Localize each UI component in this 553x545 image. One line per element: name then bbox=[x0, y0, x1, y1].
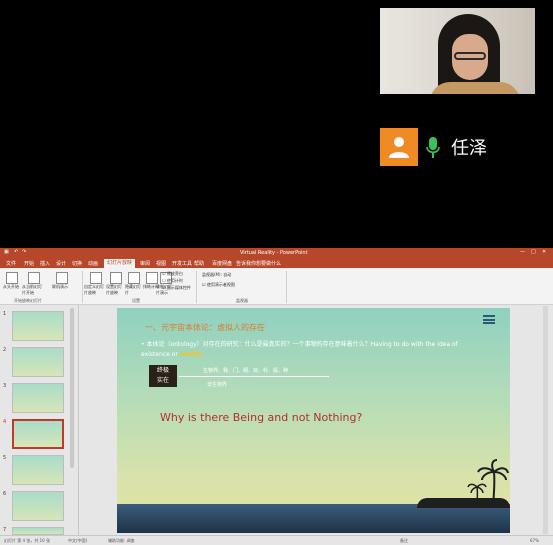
group-divider bbox=[196, 271, 197, 303]
group-monitor-label: 监视器 bbox=[236, 298, 248, 303]
connector-line bbox=[179, 376, 329, 377]
accessibility-indicator[interactable]: 辅助功能: 调查 bbox=[108, 538, 135, 544]
rehearse-button[interactable] bbox=[146, 272, 158, 284]
ultimate-reality-box: 终极 实在 bbox=[149, 365, 177, 387]
present-online-button[interactable] bbox=[56, 272, 68, 284]
from-current-button[interactable] bbox=[28, 272, 40, 284]
editor-scrollbar[interactable] bbox=[543, 306, 548, 534]
undo-icon[interactable]: ↶ bbox=[14, 249, 18, 255]
slide-heading: 一、元宇宙本体论：虚拟人的存在 bbox=[145, 323, 265, 332]
glasses-detail bbox=[454, 52, 486, 60]
notes-button[interactable]: 备注 bbox=[400, 538, 408, 544]
group-setup-label: 设置 bbox=[132, 298, 140, 303]
monitor-select[interactable]: 监视器(M): 自动 bbox=[202, 272, 231, 278]
tab-view[interactable]: 视图 bbox=[156, 260, 166, 267]
tab-home[interactable]: 开始 bbox=[24, 260, 34, 267]
from-beginning-button[interactable] bbox=[6, 272, 18, 284]
tab-transitions[interactable]: 切换 bbox=[72, 260, 82, 267]
slide-thumbnail-1[interactable] bbox=[12, 311, 64, 341]
ribbon-panel: 从头开始 从当前幻灯片开始 联机演示 开始放映幻灯片 自定义幻灯片放映 设置幻灯… bbox=[0, 268, 553, 305]
ribbon-tabs: 文件 开始 插入 设计 切换 动画 幻灯片放映 审阅 视图 开发工具 帮助 百度… bbox=[0, 258, 553, 268]
slide-thumbnail-7[interactable] bbox=[12, 527, 64, 535]
participant-name: 任泽 bbox=[451, 138, 487, 159]
checkbox-narration[interactable]: ☑ 播放旁白 bbox=[162, 271, 183, 277]
from-current-label: 从当前幻灯片开始 bbox=[22, 284, 42, 295]
maximize-icon[interactable]: □ bbox=[531, 249, 536, 255]
group-start-label: 开始放映幻灯片 bbox=[14, 298, 42, 303]
title-bar: ▣ ↶ ↷ Virtual Reality - PowerPoint — □ ✕ bbox=[0, 248, 553, 258]
thumb-number: 1 bbox=[3, 311, 7, 317]
slide-counter: 幻灯片 第 4 张，共 10 张 bbox=[4, 538, 50, 543]
checkbox-media-controls[interactable]: ☑ 显示媒体控件 bbox=[162, 285, 191, 291]
thumb-number: 2 bbox=[3, 347, 7, 353]
tab-developer[interactable]: 开发工具 bbox=[172, 260, 192, 267]
sea-decoration bbox=[117, 504, 510, 533]
taxonomy-terms: 生物界、我、门、纲、目、科、属、种 bbox=[203, 368, 289, 374]
bullet-highlight: reality bbox=[179, 351, 202, 358]
slide-thumbnails-pane: 1 2 3 4 5 6 7 bbox=[0, 305, 79, 535]
window-title: Virtual Reality - PowerPoint bbox=[240, 250, 308, 256]
thumb-number: 7 bbox=[3, 527, 7, 533]
tab-file[interactable]: 文件 bbox=[6, 260, 16, 267]
thumb-number: 3 bbox=[3, 383, 7, 389]
thumbnails-scrollbar[interactable] bbox=[70, 308, 74, 468]
presenter-view-checkbox[interactable]: ☑ 使用演示者视图 bbox=[202, 282, 235, 288]
slide-thumbnail-5[interactable] bbox=[12, 455, 64, 485]
tab-design[interactable]: 设计 bbox=[56, 260, 66, 267]
non-living-note: 非生物界 bbox=[207, 382, 228, 388]
slide-thumbnail-6[interactable] bbox=[12, 491, 64, 521]
save-icon[interactable]: ▣ bbox=[4, 249, 9, 255]
microphone-icon[interactable] bbox=[426, 136, 440, 160]
slide-thumbnail-2[interactable] bbox=[12, 347, 64, 377]
tab-help[interactable]: 帮助 bbox=[194, 260, 204, 267]
tab-review[interactable]: 审阅 bbox=[140, 260, 150, 267]
slide-thumbnail-3[interactable] bbox=[12, 383, 64, 413]
hide-slide-label: 隐藏幻灯片 bbox=[125, 284, 141, 295]
hide-slide-button[interactable] bbox=[128, 272, 140, 284]
from-beginning-label: 从头开始 bbox=[3, 284, 19, 289]
slide-canvas[interactable]: 一、元宇宙本体论：虚拟人的存在 • 本体论（ontology）对存在的研究：什么… bbox=[117, 308, 510, 533]
tell-me-search[interactable]: 告诉我你想要做什么 bbox=[236, 260, 281, 267]
powerpoint-window: ▣ ↶ ↷ Virtual Reality - PowerPoint — □ ✕… bbox=[0, 248, 553, 545]
group-divider bbox=[82, 271, 83, 303]
custom-show-label: 自定义幻灯片放映 bbox=[84, 284, 104, 295]
thumb-number: 6 bbox=[3, 491, 7, 497]
close-icon[interactable]: ✕ bbox=[542, 249, 546, 255]
slide-thumbnail-4[interactable] bbox=[12, 419, 64, 449]
minimize-icon[interactable]: — bbox=[520, 249, 525, 255]
group-divider bbox=[286, 271, 287, 303]
participant-video bbox=[380, 8, 535, 94]
zoom-level[interactable]: 67% bbox=[530, 538, 539, 543]
tab-slideshow[interactable]: 幻灯片放映 bbox=[104, 259, 136, 268]
redo-icon[interactable]: ↷ bbox=[22, 249, 26, 255]
tab-baidu[interactable]: 百度网盘 bbox=[212, 260, 232, 267]
setup-show-button[interactable] bbox=[110, 272, 122, 284]
participant-avatar bbox=[380, 128, 418, 166]
setup-show-label: 设置幻灯片放映 bbox=[106, 284, 122, 295]
tab-insert[interactable]: 插入 bbox=[40, 260, 50, 267]
status-bar: 幻灯片 第 4 张，共 10 张 中文(中国) 辅助功能: 调查 备注 67% bbox=[0, 535, 553, 545]
tab-animations[interactable]: 动画 bbox=[88, 260, 98, 267]
checkbox-timings[interactable]: ☐ 使用计时 bbox=[162, 278, 183, 284]
menu-icon bbox=[483, 315, 495, 324]
language-indicator[interactable]: 中文(中国) bbox=[68, 538, 87, 544]
thumb-number: 5 bbox=[3, 455, 7, 461]
custom-show-button[interactable] bbox=[90, 272, 102, 284]
slide-bullet: • 本体论（ontology）对存在的研究：什么是最真实的？一个事物的存在意味着… bbox=[141, 340, 471, 360]
palm-tree-small-icon bbox=[467, 483, 487, 508]
thumb-number: 4 bbox=[3, 419, 7, 425]
slide-question: Why is there Being and not Nothing? bbox=[160, 411, 363, 424]
present-online-label: 联机演示 bbox=[52, 284, 68, 289]
person-icon bbox=[389, 137, 409, 158]
